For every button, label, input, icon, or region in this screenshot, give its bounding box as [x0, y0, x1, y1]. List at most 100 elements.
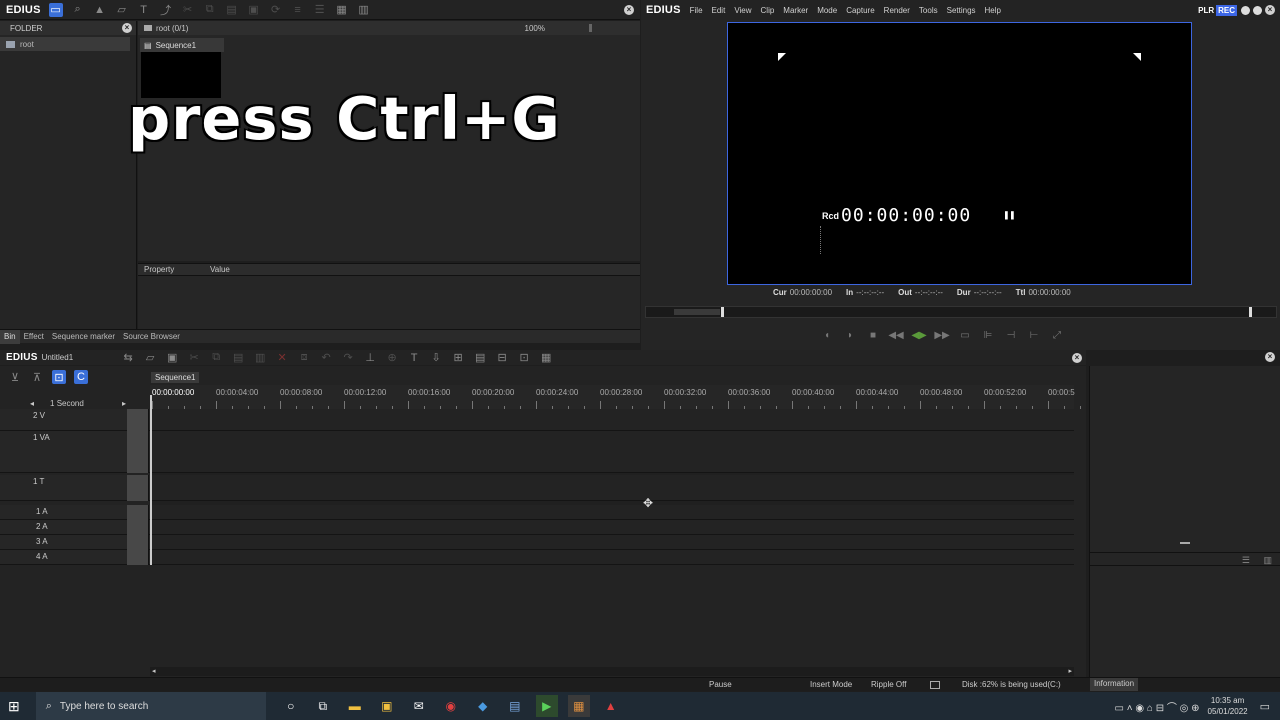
up-folder-icon[interactable]: ▲: [93, 3, 107, 17]
timeline-cursor[interactable]: [150, 395, 152, 565]
app-icon[interactable]: ▤: [504, 695, 526, 717]
delete-icon[interactable]: ▥: [253, 351, 267, 365]
collapse-tracks-icon[interactable]: ⊼: [30, 370, 44, 384]
undo-icon[interactable]: ↶: [319, 351, 333, 365]
add-title-icon[interactable]: T: [137, 3, 151, 17]
track-lane[interactable]: [150, 505, 1074, 520]
rewind-icon[interactable]: ◀◀: [888, 328, 903, 342]
track-header[interactable]: 1 A: [0, 505, 150, 520]
clock[interactable]: 10:35 am 05/01/2022: [1208, 695, 1248, 717]
thumbnail-view-icon[interactable]: ▦: [335, 3, 349, 17]
track-patch-icon[interactable]: [127, 431, 149, 473]
track-header[interactable]: 2 V: [0, 409, 150, 431]
cut-icon[interactable]: ✂: [181, 3, 195, 17]
split-icon[interactable]: ⧈: [297, 351, 311, 365]
track-header[interactable]: 3 A: [0, 535, 150, 550]
stop-icon[interactable]: ■: [866, 328, 880, 342]
properties-icon[interactable]: ≡: [291, 3, 305, 17]
zoom-slider[interactable]: [589, 24, 592, 32]
plr-mode-label[interactable]: PLR: [1198, 6, 1214, 15]
chrome-icon[interactable]: ◉: [440, 695, 462, 717]
save-icon[interactable]: ▣: [165, 351, 179, 365]
tab-source-browser[interactable]: Source Browser: [119, 330, 184, 344]
system-tray-icons[interactable]: ▭ ˄ ◉ ⌂ ⊟ ⌒ ◎ ⊕: [1115, 699, 1200, 714]
track-patch-icon[interactable]: [127, 520, 149, 535]
insert-to-timeline-icon[interactable]: ⊫: [981, 328, 995, 342]
chapter-icon[interactable]: ⊟: [495, 351, 509, 365]
play-icon[interactable]: ◀▶: [911, 328, 926, 342]
timeline-ruler[interactable]: 00:00:00:00 00:00:04:00 00:00:08:00 00:00:1…: [150, 385, 1097, 409]
track-lane[interactable]: [150, 550, 1074, 565]
search-icon[interactable]: ⌕: [71, 3, 85, 17]
track-header[interactable]: 1 T: [0, 475, 150, 501]
scroll-right-icon[interactable]: ▸: [1068, 667, 1072, 675]
track-lane[interactable]: [150, 475, 1074, 501]
app-icon[interactable]: ◆: [472, 695, 494, 717]
track-lane[interactable]: [150, 520, 1074, 535]
track-header[interactable]: 4 A: [0, 550, 150, 565]
render-icon[interactable]: ⊞: [451, 351, 465, 365]
paste-icon[interactable]: ▤: [231, 351, 245, 365]
menu-view[interactable]: View: [734, 6, 751, 15]
close-icon[interactable]: ×: [1265, 5, 1275, 15]
tab-bin[interactable]: Bin: [0, 329, 20, 344]
track-header[interactable]: 2 A: [0, 520, 150, 535]
delete-icon[interactable]: ⟳: [269, 3, 283, 17]
clip-item[interactable]: ▤ Sequence1: [140, 38, 224, 52]
tab-effect[interactable]: Effect: [20, 330, 48, 344]
menu-tools[interactable]: Tools: [919, 6, 938, 15]
pdf-icon[interactable]: ▲: [600, 695, 622, 717]
media-app-icon[interactable]: ▶: [535, 695, 558, 717]
cut-icon[interactable]: ✂: [187, 351, 201, 365]
add-to-timeline-icon[interactable]: ▣: [247, 3, 261, 17]
splitter-handle[interactable]: [1180, 542, 1190, 544]
track-patch-icon[interactable]: [127, 505, 149, 520]
track-patch-icon[interactable]: [127, 409, 149, 431]
playhead-marker[interactable]: [721, 307, 724, 317]
menu-render[interactable]: Render: [884, 6, 910, 15]
redo-icon[interactable]: ↷: [341, 351, 355, 365]
folder-view-icon[interactable]: ▭: [48, 2, 63, 17]
track-patch-icon[interactable]: [127, 550, 149, 565]
mail-icon[interactable]: ✉: [408, 695, 430, 717]
maximize-icon[interactable]: [1253, 5, 1262, 15]
folder-item-root[interactable]: root: [0, 37, 130, 51]
list-icon[interactable]: ☰: [1242, 555, 1250, 566]
store-icon[interactable]: ▣: [376, 695, 398, 717]
close-folder-icon[interactable]: ×: [122, 23, 132, 33]
menu-marker[interactable]: Marker: [783, 6, 808, 15]
tab-information[interactable]: Information: [1090, 678, 1139, 691]
snap-icon[interactable]: ⊥: [363, 351, 377, 365]
cortana-icon[interactable]: ○: [280, 695, 302, 717]
menu-clip[interactable]: Clip: [761, 6, 775, 15]
open-folder-icon[interactable]: ▱: [115, 3, 129, 17]
menu-help[interactable]: Help: [985, 6, 1001, 15]
track-patch-icon[interactable]: [127, 475, 149, 501]
export-list-icon[interactable]: ▦: [539, 351, 553, 365]
list-view-icon[interactable]: ☰: [313, 3, 327, 17]
track-lane[interactable]: [150, 535, 1074, 550]
status-insert-mode[interactable]: Insert Mode: [810, 680, 852, 689]
close-icon[interactable]: ×: [1072, 352, 1082, 363]
overwrite-icon[interactable]: ⊣: [1004, 328, 1018, 342]
task-view-icon[interactable]: ⧉: [312, 695, 334, 717]
export-icon[interactable]: ⤢: [1050, 328, 1064, 342]
notifications-icon[interactable]: ▭: [1260, 700, 1270, 713]
new-sequence-icon[interactable]: ⤴: [159, 3, 173, 17]
multicam-icon[interactable]: ⊡: [517, 351, 531, 365]
sequence-tab[interactable]: Sequence1: [151, 372, 200, 383]
tab-sequence-marker[interactable]: Sequence marker: [48, 330, 119, 344]
track-lane[interactable]: [150, 409, 1074, 431]
sequence-settings-icon[interactable]: ▤: [473, 351, 487, 365]
file-explorer-icon[interactable]: ▬: [344, 695, 366, 717]
scroll-left-icon[interactable]: ◂: [152, 667, 156, 675]
close-icon[interactable]: ×: [624, 4, 634, 15]
paste-icon[interactable]: ▤: [225, 3, 239, 17]
menu-file[interactable]: File: [690, 6, 703, 15]
timeline-scrollbar[interactable]: ◂ ▸: [150, 667, 1074, 676]
rec-mode-button[interactable]: REC: [1216, 4, 1237, 16]
sync-lock-icon[interactable]: ⊡: [52, 370, 66, 384]
copy-icon[interactable]: ⧉: [203, 3, 217, 17]
bin-menu-icon[interactable]: ▥: [357, 3, 371, 17]
shuttle-slider[interactable]: [674, 309, 720, 315]
